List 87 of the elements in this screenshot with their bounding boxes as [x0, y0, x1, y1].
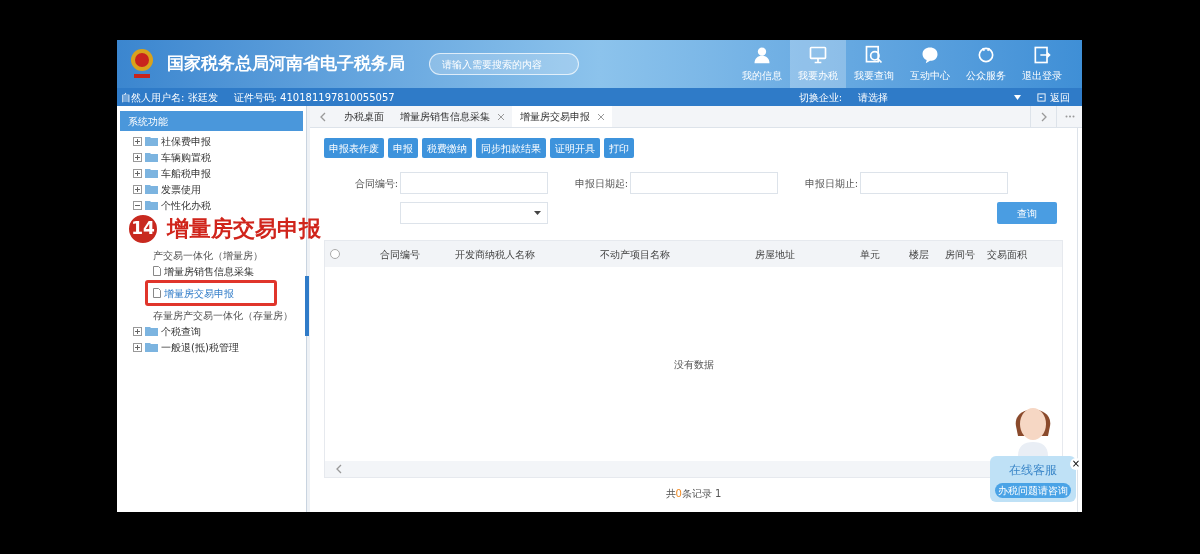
nav-item[interactable]: 我的信息 — [734, 40, 790, 88]
nav-item[interactable]: 互动中心 — [902, 40, 958, 88]
id-number: 证件号码: 410181197810055057 — [233, 90, 395, 105]
column-header: 合同编号 — [379, 247, 421, 262]
input-field[interactable] — [630, 172, 778, 194]
column-header: 单元 — [859, 247, 881, 262]
toolbar-button[interactable]: 申报 — [388, 138, 418, 158]
emblem-icon — [129, 47, 155, 81]
folder-icon — [145, 342, 158, 352]
chat-icon — [920, 45, 940, 65]
folder-icon — [145, 184, 158, 194]
chevron-left-icon — [335, 464, 343, 474]
folder-icon — [145, 168, 158, 178]
widget-title: 在线客服 — [1009, 461, 1057, 479]
scroll-left-arrow[interactable] — [335, 464, 343, 474]
back-button[interactable]: 返回 — [1037, 89, 1070, 105]
radio-button[interactable] — [330, 249, 340, 259]
expander-icon[interactable] — [133, 136, 142, 146]
empty-message: 没有数据 — [673, 357, 714, 372]
widget-subtitle: 办税问题请咨询 — [995, 482, 1071, 498]
toolbar-button[interactable]: 申报表作废 — [324, 138, 384, 158]
logout-icon — [1032, 45, 1052, 65]
toolbar-button[interactable]: 税费缴纳 — [422, 138, 472, 158]
panel-header: 系统功能 — [120, 111, 303, 131]
search-icon — [864, 45, 884, 65]
tab[interactable]: 办税桌面 — [336, 106, 392, 127]
tree-item[interactable]: 车辆购置税 — [161, 149, 211, 165]
folder-icon — [145, 326, 158, 336]
column-header: 楼层 — [908, 247, 930, 262]
pagination-info: 共0条记录 1 — [665, 486, 722, 501]
switch-value[interactable]: 请选择 — [858, 89, 888, 105]
step-badge: 14 — [127, 213, 159, 245]
toolbar-button[interactable]: 同步扣款结果 — [476, 138, 546, 158]
nav-item[interactable]: 我要查询 — [846, 40, 902, 88]
tree-item[interactable]: 车船税申报 — [161, 165, 211, 181]
column-header: 房间号 — [944, 247, 976, 262]
column-header: 房屋地址 — [754, 247, 796, 262]
folder-icon — [145, 200, 158, 210]
select-field[interactable] — [400, 202, 548, 224]
folder-icon — [145, 136, 158, 146]
splitter-handle[interactable] — [305, 276, 309, 336]
tree-item[interactable]: 一般退(抵)税管理 — [161, 339, 239, 355]
user-name: 自然人用户名: 张廷发 — [121, 90, 218, 105]
close-icon[interactable] — [498, 113, 504, 120]
tree-item[interactable]: 社保费申报 — [161, 133, 211, 149]
nav-item[interactable]: 退出登录 — [1014, 40, 1070, 88]
tree-item[interactable]: 个性化办税 — [161, 197, 211, 213]
column-header: 开发商纳税人名称 — [454, 247, 536, 262]
expander-icon[interactable] — [133, 184, 142, 194]
expander-icon[interactable] — [133, 200, 142, 210]
file-icon — [153, 288, 161, 298]
column-header: 交易面积 — [986, 247, 1028, 262]
input-field[interactable] — [860, 172, 1008, 194]
toolbar-button[interactable]: 证明开具 — [550, 138, 600, 158]
expander-icon[interactable] — [133, 326, 142, 336]
switch-label: 切换企业: — [798, 90, 842, 105]
tree-item[interactable]: 增量房交易申报 — [153, 285, 234, 301]
input-field[interactable] — [400, 172, 548, 194]
folder-icon — [145, 152, 158, 162]
chevron-left-icon — [319, 111, 327, 122]
caret-icon — [534, 211, 541, 215]
field-label: 申报日期止: — [803, 176, 859, 191]
file-icon — [153, 266, 161, 276]
tree-item[interactable]: 产交易一体化（增量房） — [153, 247, 263, 263]
annotation-text: 增量房交易申报 — [167, 215, 321, 243]
field-label: 申报日期起: — [573, 176, 629, 191]
tree-item[interactable]: 增量房销售信息采集 — [153, 263, 254, 279]
query-button[interactable]: 查询 — [997, 202, 1057, 224]
monitor-icon — [808, 45, 828, 65]
tree-item[interactable]: 发票使用 — [161, 181, 201, 197]
field-label: 合同编号: — [353, 176, 399, 191]
expander-icon[interactable] — [133, 152, 142, 162]
tab[interactable]: 增量房交易申报 — [512, 106, 612, 127]
column-header: 不动产项目名称 — [599, 247, 671, 262]
tree-item[interactable]: 存量房产交易一体化（存量房） — [153, 307, 293, 323]
site-title: 国家税务总局河南省电子税务局 — [167, 52, 405, 76]
user-icon — [752, 45, 772, 65]
chevron-right-icon — [1039, 111, 1048, 122]
toolbar-button[interactable]: 打印 — [604, 138, 634, 158]
close-icon[interactable] — [598, 113, 604, 120]
tab[interactable]: 增量房销售信息采集 — [392, 106, 512, 127]
tree-item[interactable]: 个税查询 — [161, 323, 201, 339]
nav-item[interactable]: 公众服务 — [958, 40, 1014, 88]
expander-icon[interactable] — [133, 342, 142, 352]
expander-icon[interactable] — [133, 168, 142, 178]
search-field[interactable]: 请输入需要搜索的内容 — [429, 53, 579, 75]
dropdown-icon[interactable] — [1014, 94, 1021, 100]
